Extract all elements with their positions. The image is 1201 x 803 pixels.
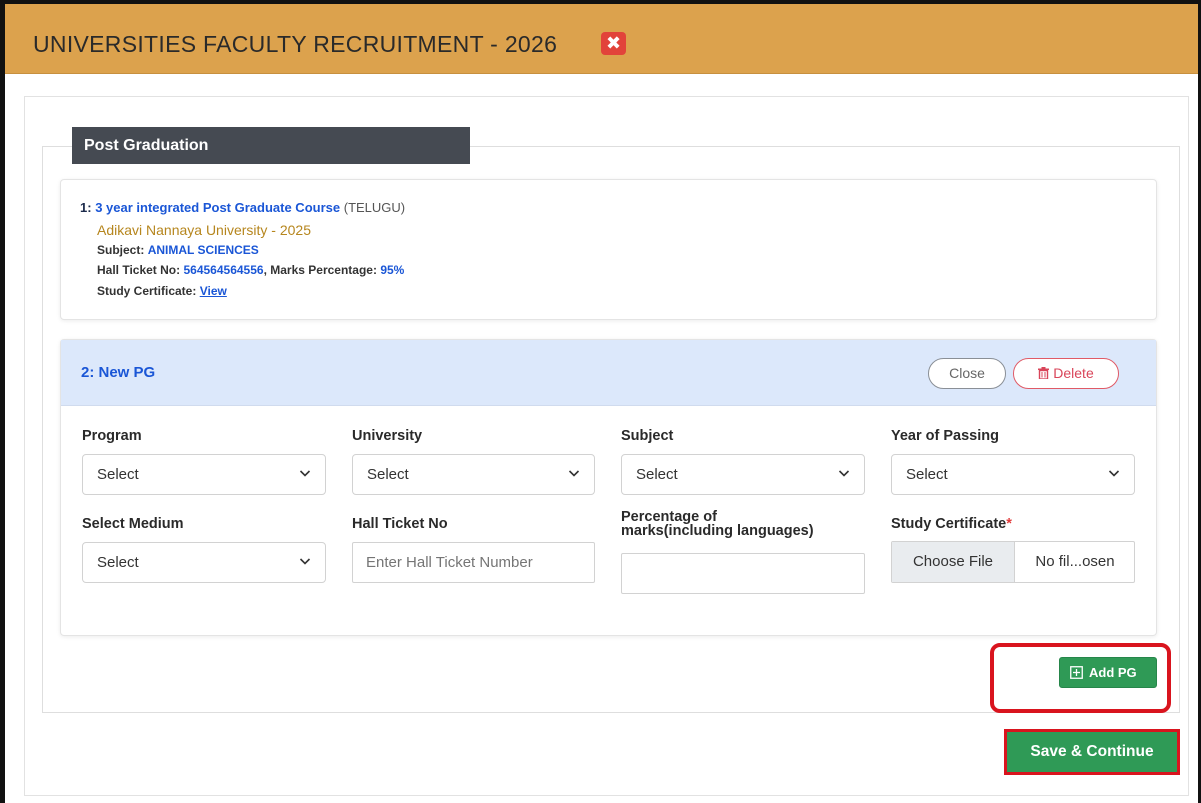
- chevron-down-icon: [568, 470, 580, 477]
- close-button[interactable]: Close: [928, 358, 1006, 389]
- close-icon[interactable]: ✖: [601, 32, 626, 55]
- entry1-certificate: Study Certificate: View: [97, 284, 227, 298]
- program-select[interactable]: Select: [82, 454, 326, 495]
- marks-label: , Marks Percentage:: [263, 263, 377, 277]
- entry1-hall-ticket: Hall Ticket No: 564564564556, Marks Perc…: [97, 263, 404, 277]
- subject-label: Subject:: [97, 243, 145, 257]
- required-asterisk: *: [1006, 516, 1012, 532]
- add-pg-button[interactable]: Add PG: [1059, 657, 1157, 688]
- university-value: Select: [367, 466, 409, 483]
- percentage-label-line2: marks(including languages): [621, 523, 814, 539]
- section-title: Post Graduation: [72, 127, 470, 164]
- view-certificate-link[interactable]: View: [200, 284, 227, 298]
- program-value: Select: [97, 466, 139, 483]
- plus-square-icon: [1070, 666, 1083, 679]
- entry1-medium: (TELUGU): [343, 200, 406, 215]
- subject-select-value: Select: [636, 466, 678, 483]
- chevron-down-icon: [299, 470, 311, 477]
- chevron-down-icon: [838, 470, 850, 477]
- certificate-field-label: Study Certificate*: [891, 516, 1012, 532]
- entry1-university: Adikavi Nannaya University - 2025: [97, 222, 311, 238]
- delete-button[interactable]: Delete: [1013, 358, 1119, 389]
- medium-label: Select Medium: [82, 516, 184, 532]
- subject-value: ANIMAL SCIENCES: [147, 243, 259, 257]
- university-select[interactable]: Select: [352, 454, 595, 495]
- save-continue-button[interactable]: Save & Continue: [1007, 732, 1177, 772]
- subject-label-field: Subject: [621, 428, 674, 444]
- medium-select[interactable]: Select: [82, 542, 326, 583]
- choose-file-button[interactable]: Choose File: [892, 542, 1015, 582]
- program-label: Program: [82, 428, 142, 444]
- entry2-title: 2: New PG: [81, 364, 156, 381]
- certificate-field-label-text: Study Certificate: [891, 516, 1007, 532]
- hall-ticket-field-label: Hall Ticket No: [352, 516, 448, 532]
- medium-value: Select: [97, 554, 139, 571]
- marks-value: 95%: [380, 263, 405, 277]
- university-label: University: [352, 428, 423, 444]
- percentage-label: Percentage of marks(including languages): [621, 509, 814, 539]
- trash-icon: [1038, 367, 1050, 379]
- year-value: Select: [906, 466, 948, 483]
- year-label: Year of Passing: [891, 428, 999, 444]
- percentage-label-line1: Percentage of: [621, 509, 717, 525]
- percentage-input[interactable]: [621, 553, 865, 594]
- entry1-subject: Subject: ANIMAL SCIENCES: [97, 243, 259, 257]
- entry1-heading: 1: 3 year integrated Post Graduate Cours…: [80, 200, 405, 215]
- certificate-label: Study Certificate:: [97, 284, 197, 298]
- file-name-text: No fil...osen: [1035, 553, 1115, 570]
- delete-label: Delete: [1053, 365, 1094, 381]
- entry1-index: 1:: [80, 200, 92, 215]
- hall-ticket-value: 564564564556: [183, 263, 264, 277]
- subject-select[interactable]: Select: [621, 454, 865, 495]
- chevron-down-icon: [1108, 470, 1120, 477]
- page-title: UNIVERSITIES FACULTY RECRUITMENT - 2026: [33, 31, 558, 57]
- hall-ticket-label: Hall Ticket No:: [97, 263, 181, 277]
- add-pg-label: Add PG: [1089, 665, 1137, 680]
- page-header: UNIVERSITIES FACULTY RECRUITMENT - 2026 …: [5, 4, 1198, 74]
- entry1-course: 3 year integrated Post Graduate Course: [95, 200, 341, 215]
- chevron-down-icon: [299, 558, 311, 565]
- year-select[interactable]: Select: [891, 454, 1135, 495]
- certificate-file-input[interactable]: Choose File No fil...osen: [891, 541, 1135, 583]
- hall-ticket-input[interactable]: [352, 542, 595, 583]
